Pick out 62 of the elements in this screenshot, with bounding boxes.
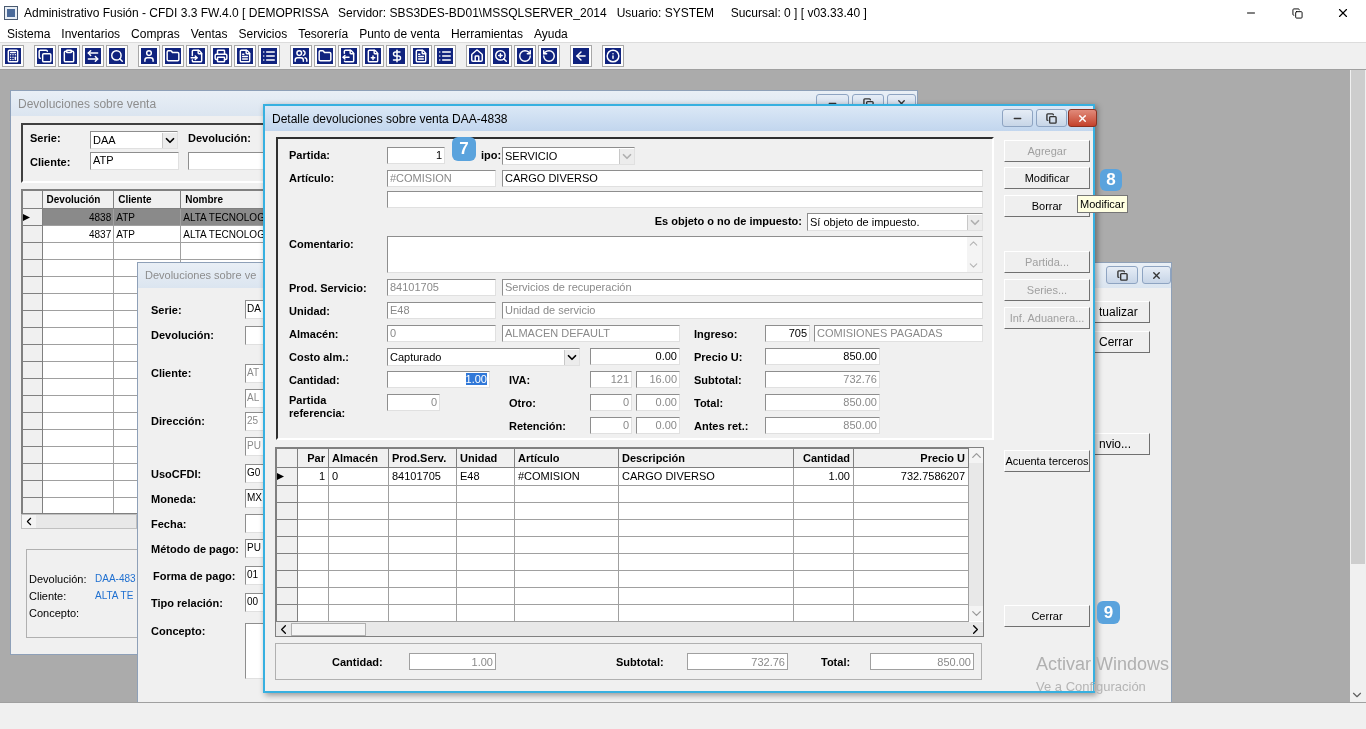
field-label: Tipo relación: [151, 596, 223, 611]
step-badge: 7 [452, 137, 476, 161]
table-cell: 0 [328, 467, 389, 485]
total-field: 850.00 [870, 653, 974, 670]
field-label: Ingreso: [694, 327, 738, 342]
field-label: Fecha: [151, 517, 187, 532]
field-label: Devolución: [151, 328, 214, 343]
total-label: Subtotal: [616, 655, 664, 670]
app-title: Administrativo Fusión - CFDI 3.3 FW.4.0 [ DEMOPRISSA Servidor: SBS3DES-BD01\MSSQLSERVER_2014 Usuario: SYSTEM Sucursal: 0 ] [ v03.33.40 ] [24, 5, 867, 22]
table-cell: ATP [113, 225, 181, 243]
table-cell: CARGO DIVERSO [618, 467, 794, 485]
field-label: Cantidad: [289, 373, 340, 388]
field-label: Unidad: [289, 304, 330, 319]
activation-title: Activar Windows [1036, 653, 1170, 676]
table-cell: E48 [456, 467, 515, 485]
table-cell: 1 [297, 467, 329, 485]
table-cell: 1.00 [793, 467, 854, 485]
field-label: Otro: [509, 396, 536, 411]
window-title: Devoluciones sobre ve [145, 268, 257, 284]
table-cell: 4838 [42, 208, 114, 226]
field-label: Precio U: [694, 350, 743, 365]
field-label: Almacén: [289, 327, 339, 342]
total-label: Total: [821, 655, 851, 670]
field-label: Partida referencia: [289, 394, 347, 421]
total-field: 1.00 [409, 653, 496, 670]
total-label: Cantidad: [332, 655, 383, 670]
table-cell: 84101705 [388, 467, 457, 485]
step-badge: 8 [1100, 169, 1122, 191]
field-label: Partida: [289, 148, 330, 163]
field-label: Cliente: [30, 155, 71, 170]
field-label: Costo alm.: [289, 350, 349, 365]
field-label: Forma de pago: [153, 569, 236, 584]
total-field: 732.76 [687, 653, 788, 670]
field-label: Dirección: [151, 414, 205, 429]
field-label: Método de pago: [151, 542, 239, 557]
field-label: Es objeto o no de impuesto: [653, 214, 802, 229]
tooltip: Modificar [1077, 195, 1128, 213]
table-cell: #COMISION [514, 467, 619, 485]
step-badge: 9 [1097, 601, 1120, 624]
info-label: Cliente: [29, 589, 67, 604]
field-label: Serie: [30, 131, 61, 146]
field-label: Retención: [509, 419, 566, 434]
field-label: UsoCFDI: [151, 467, 202, 482]
field-label: Artículo: [289, 171, 335, 186]
field-label: Concepto: [151, 624, 206, 639]
window-title: Devoluciones sobre venta [18, 95, 157, 113]
field-label: Moneda: [151, 492, 197, 507]
info-label: Devolución: [29, 572, 87, 587]
table-cell: 732.7586207 [853, 467, 969, 485]
field-label: Devolución: [188, 131, 251, 146]
field-label: ipo: [481, 148, 502, 163]
info-label: Concepto: [29, 606, 80, 621]
field-label: Antes ret.: [694, 419, 749, 434]
field-label: Total: [694, 396, 724, 411]
field-label: Subtotal: [694, 373, 742, 388]
table-cell: 4837 [42, 225, 114, 243]
window-title: Detalle devoluciones sobre venta DAA-4838 [272, 110, 508, 128]
field-label: Prod. Servicio: [289, 281, 367, 296]
field-label: Cliente: [151, 366, 192, 381]
field-label: IVA: [509, 373, 531, 388]
field-label: Serie: [151, 303, 182, 318]
table-cell: ATP [113, 208, 181, 226]
